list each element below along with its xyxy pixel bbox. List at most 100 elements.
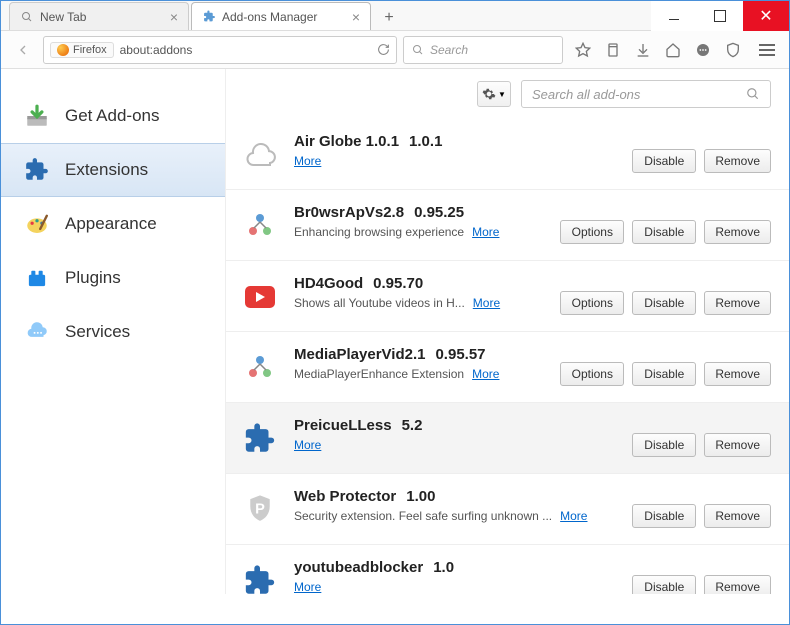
disable-button[interactable]: Disable xyxy=(632,291,696,315)
sidebar-item-plugins[interactable]: Plugins xyxy=(1,251,225,305)
addon-description: Security extension. Feel safe surfing un… xyxy=(294,509,552,523)
remove-button[interactable]: Remove xyxy=(704,575,771,594)
addon-icon xyxy=(240,277,280,317)
back-button[interactable] xyxy=(9,36,37,64)
reload-icon[interactable] xyxy=(377,43,390,56)
addon-name: MediaPlayerVid2.1 xyxy=(294,346,425,363)
search-icon xyxy=(20,10,34,24)
chevron-down-icon: ▼ xyxy=(498,90,506,99)
home-icon[interactable] xyxy=(659,36,687,64)
more-link[interactable]: More xyxy=(294,580,321,594)
disable-button[interactable]: Disable xyxy=(632,220,696,244)
addon-icon xyxy=(240,419,280,459)
addon-description: MediaPlayerEnhance Extension xyxy=(294,367,464,381)
addon-icon: P xyxy=(240,490,280,530)
addon-row[interactable]: Air Globe 1.0.1 1.0.1 More Disable Remov… xyxy=(226,119,789,190)
tab-addons[interactable]: Add-ons Manager × xyxy=(191,2,371,30)
shield-icon[interactable] xyxy=(719,36,747,64)
more-link[interactable]: More xyxy=(560,509,587,523)
lego-icon xyxy=(23,264,51,292)
addon-name: youtubeadblocker xyxy=(294,559,423,576)
search-icon xyxy=(746,87,760,101)
more-link[interactable]: More xyxy=(294,154,321,168)
window-minimize-button[interactable] xyxy=(651,1,697,31)
addon-name: HD4Good xyxy=(294,275,363,292)
firefox-icon xyxy=(57,44,69,56)
puzzle-icon xyxy=(23,156,51,184)
remove-button[interactable]: Remove xyxy=(704,220,771,244)
chat-icon[interactable] xyxy=(689,36,717,64)
puzzle-icon xyxy=(202,10,216,24)
options-button[interactable]: Options xyxy=(560,220,624,244)
remove-button[interactable]: Remove xyxy=(704,149,771,173)
close-icon[interactable]: × xyxy=(352,9,360,25)
sidebar: Get Add-ons Extensions Appearance Plugin… xyxy=(1,69,225,594)
url-bar[interactable]: Firefox xyxy=(43,36,397,64)
window-close-button[interactable]: ✕ xyxy=(743,1,789,31)
addon-icon xyxy=(240,561,280,594)
remove-button[interactable]: Remove xyxy=(704,291,771,315)
sidebar-item-label: Services xyxy=(65,322,130,342)
addon-description: Shows all Youtube videos in H... xyxy=(294,296,465,310)
cloud-icon xyxy=(23,318,51,346)
sidebar-item-extensions[interactable]: Extensions xyxy=(1,143,225,197)
tools-button[interactable]: ▼ xyxy=(477,81,511,107)
sidebar-item-appearance[interactable]: Appearance xyxy=(1,197,225,251)
new-tab-button[interactable]: + xyxy=(377,6,401,30)
addon-row[interactable]: youtubeadblocker 1.0 More Disable Remove xyxy=(226,545,789,594)
paintbrush-icon xyxy=(23,210,51,238)
more-link[interactable]: More xyxy=(473,296,500,310)
addon-row[interactable]: PreicueLLess 5.2 More Disable Remove xyxy=(226,403,789,474)
sidebar-item-label: Extensions xyxy=(65,160,148,180)
remove-button[interactable]: Remove xyxy=(704,362,771,386)
addon-row[interactable]: P Web Protector 1.00 Security extension.… xyxy=(226,474,789,545)
menu-button[interactable] xyxy=(753,36,781,64)
addon-icon xyxy=(240,206,280,246)
addon-version: 0.95.25 xyxy=(414,204,464,221)
addon-row[interactable]: MediaPlayerVid2.1 0.95.57 MediaPlayerEnh… xyxy=(226,332,789,403)
tab-label: New Tab xyxy=(40,10,86,24)
addon-row[interactable]: Br0wsrApVs2.8 0.95.25 Enhancing browsing… xyxy=(226,190,789,261)
bookmark-icon[interactable] xyxy=(569,36,597,64)
addon-name: Web Protector xyxy=(294,488,396,505)
sidebar-item-label: Appearance xyxy=(65,214,157,234)
disable-button[interactable]: Disable xyxy=(632,575,696,594)
tab-label: Add-ons Manager xyxy=(222,10,317,24)
addon-version: 5.2 xyxy=(402,417,423,434)
addon-version: 0.95.70 xyxy=(373,275,423,292)
addon-icon xyxy=(240,348,280,388)
addon-description: Enhancing browsing experience xyxy=(294,225,464,239)
addon-search-input[interactable]: Search all add-ons xyxy=(521,80,771,108)
sidebar-item-services[interactable]: Services xyxy=(1,305,225,359)
more-link[interactable]: More xyxy=(294,438,321,452)
more-link[interactable]: More xyxy=(472,367,499,381)
download-box-icon xyxy=(23,102,51,130)
remove-button[interactable]: Remove xyxy=(704,433,771,457)
close-icon[interactable]: × xyxy=(170,9,178,25)
disable-button[interactable]: Disable xyxy=(632,149,696,173)
gear-icon xyxy=(482,87,496,101)
more-link[interactable]: More xyxy=(472,225,499,239)
downloads-icon[interactable] xyxy=(629,36,657,64)
options-button[interactable]: Options xyxy=(560,362,624,386)
url-input[interactable] xyxy=(120,43,371,57)
addon-version: 0.95.57 xyxy=(435,346,485,363)
remove-button[interactable]: Remove xyxy=(704,504,771,528)
library-icon[interactable] xyxy=(599,36,627,64)
disable-button[interactable]: Disable xyxy=(632,433,696,457)
sidebar-item-label: Plugins xyxy=(65,268,121,288)
addon-list: Air Globe 1.0.1 1.0.1 More Disable Remov… xyxy=(226,119,789,594)
addon-name: PreicueLLess xyxy=(294,417,392,434)
search-icon xyxy=(412,44,424,56)
disable-button[interactable]: Disable xyxy=(632,362,696,386)
window-maximize-button[interactable] xyxy=(697,1,743,31)
options-button[interactable]: Options xyxy=(560,291,624,315)
addon-row[interactable]: HD4Good 0.95.70 Shows all Youtube videos… xyxy=(226,261,789,332)
disable-button[interactable]: Disable xyxy=(632,504,696,528)
sidebar-item-label: Get Add-ons xyxy=(65,106,160,126)
tab-new[interactable]: New Tab × xyxy=(9,2,189,30)
sidebar-item-get-addons[interactable]: Get Add-ons xyxy=(1,89,225,143)
addon-name: Air Globe 1.0.1 xyxy=(294,133,399,150)
addon-version: 1.0 xyxy=(433,559,454,576)
search-bar[interactable]: Search xyxy=(403,36,563,64)
